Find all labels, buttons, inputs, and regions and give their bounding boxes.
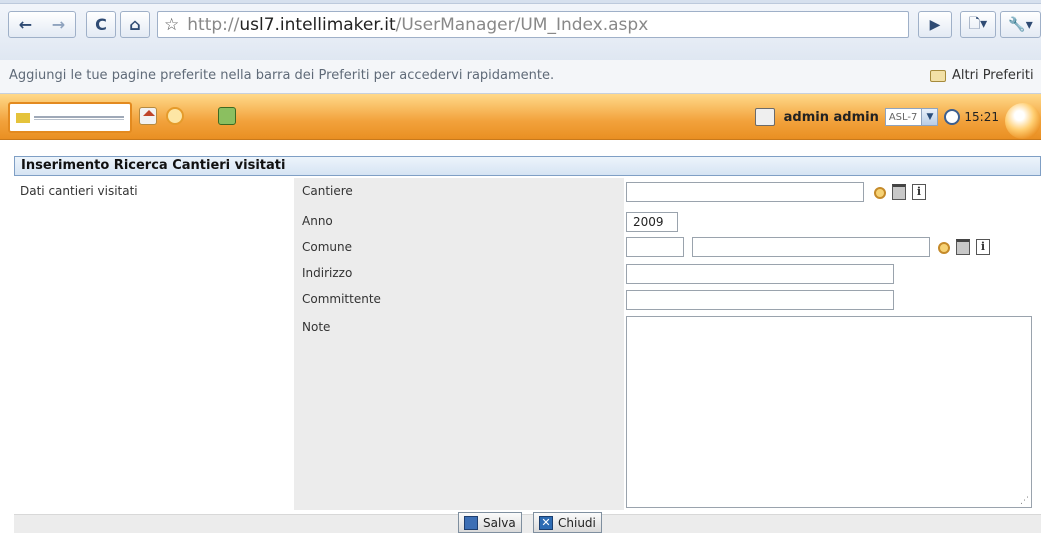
logout-icon[interactable] — [754, 108, 775, 126]
bookmark-star-icon[interactable]: ☆ — [164, 15, 179, 35]
folder-icon — [930, 69, 946, 82]
indirizzo-input[interactable] — [626, 264, 894, 284]
asl-selected-value: ASL-7 — [888, 111, 918, 123]
back-arrow-icon[interactable]: ← — [9, 15, 42, 34]
clock-icon — [944, 109, 961, 125]
committente-label: Committente — [302, 292, 381, 306]
app-orb-icon[interactable] — [1005, 103, 1041, 139]
comune-search-icon[interactable] — [938, 242, 950, 254]
chevron-down-icon[interactable]: ▼ — [921, 109, 938, 125]
anno-label: Anno — [302, 214, 333, 228]
address-bar[interactable]: ☆ http:// usl7.intellimaker.it /UserMana… — [157, 11, 909, 38]
form-title: Inserimento Ricerca Cantieri visitati — [14, 156, 1041, 176]
browser-toolbar: ← → C ⌂ ☆ http:// usl7.intellimaker.it /… — [0, 0, 1041, 60]
note-textarea[interactable] — [626, 316, 1032, 508]
other-bookmarks-folder[interactable]: Altri Preferiti — [930, 68, 1034, 83]
app-logo[interactable] — [8, 102, 132, 133]
wrench-menu-icon[interactable]: 🔧▾ — [1000, 11, 1041, 38]
window-top-edge — [0, 0, 1041, 4]
url-scheme: http:// — [187, 14, 240, 35]
indirizzo-label: Indirizzo — [302, 266, 353, 280]
floppy-disk-icon — [464, 515, 478, 530]
close-button[interactable]: ✕ Chiudi — [533, 512, 602, 533]
cantiere-input[interactable] — [626, 182, 864, 202]
app-header: admin admin ASL-7 ▼ 15:21 — [0, 94, 1041, 140]
user-area: admin admin ASL-7 ▼ 15:21 — [754, 103, 1041, 139]
comune-code-input[interactable] — [626, 237, 684, 257]
app-home-icon[interactable] — [139, 107, 157, 125]
close-button-label: Chiudi — [558, 515, 596, 530]
user-name: admin admin — [783, 109, 879, 125]
comune-label: Comune — [302, 240, 353, 254]
clock-time: 15:21 — [964, 110, 999, 124]
cantiere-trash-icon[interactable] — [892, 184, 906, 200]
bookmarks-hint: Aggiungi le tue pagine preferite nella b… — [9, 68, 555, 83]
cantiere-tools: i — [874, 184, 932, 200]
comune-name-input[interactable] — [692, 237, 930, 257]
app-book-icon[interactable] — [218, 107, 236, 125]
field-label-column — [294, 178, 624, 510]
bookmarks-bar: Aggiungi le tue pagine preferite nella b… — [0, 60, 1041, 94]
committente-input[interactable] — [626, 290, 894, 310]
app-back-icon[interactable] — [166, 107, 184, 125]
back-forward-group[interactable]: ← → — [8, 11, 76, 38]
save-button[interactable]: Salva — [458, 512, 522, 533]
cantiere-label: Cantiere — [302, 184, 353, 198]
play-icon[interactable]: ▶ — [918, 11, 952, 38]
other-bookmarks-label: Altri Preferiti — [952, 68, 1034, 83]
cantiere-search-icon[interactable] — [874, 187, 886, 199]
url-path: /UserManager/UM_Index.aspx — [395, 14, 649, 35]
action-bar — [14, 514, 1041, 533]
reload-icon[interactable]: C — [86, 11, 116, 38]
cantiere-info-icon[interactable]: i — [912, 184, 926, 200]
comune-info-icon[interactable]: i — [976, 239, 990, 255]
home-icon[interactable]: ⌂ — [120, 11, 150, 38]
close-icon: ✕ — [539, 515, 553, 530]
save-button-label: Salva — [483, 515, 516, 530]
logo-text-lines — [34, 115, 124, 120]
comune-tools: i — [938, 239, 996, 255]
asl-select[interactable]: ASL-7 ▼ — [884, 108, 939, 126]
url-domain: usl7.intellimaker.it — [239, 14, 396, 35]
forward-arrow-icon[interactable]: → — [42, 15, 75, 34]
section-label: Dati cantieri visitati — [20, 184, 138, 198]
page-menu-icon[interactable]: 🗋▾ — [960, 11, 996, 38]
anno-input[interactable]: 2009 — [626, 212, 678, 232]
logo-mark — [16, 112, 30, 123]
comune-trash-icon[interactable] — [956, 239, 970, 255]
note-label: Note — [302, 320, 331, 334]
